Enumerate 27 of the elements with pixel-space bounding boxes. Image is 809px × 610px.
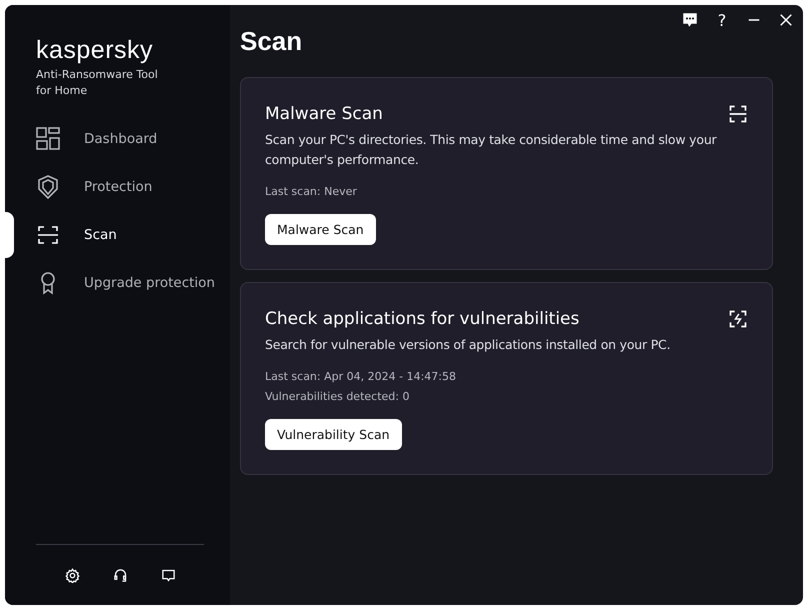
sidebar-item[interactable]: Upgrade protection xyxy=(5,259,230,307)
scan-icon xyxy=(36,223,60,247)
scan-button[interactable]: Malware Scan xyxy=(265,214,376,245)
scan-bolt-icon xyxy=(728,309,748,329)
card-description: Search for vulnerable versions of applications installed on your PC. xyxy=(265,336,672,354)
brand-logo: kaspersky xyxy=(36,35,154,65)
sidebar-item[interactable]: Protection xyxy=(5,163,230,211)
scan-detail: Vulnerabilities detected: 0 xyxy=(265,389,410,405)
sidebar-item[interactable]: Dashboard xyxy=(5,115,230,163)
page-title: Scan xyxy=(240,25,304,58)
card-title: Check applications for vulnerabilities xyxy=(265,309,580,329)
scan-detail: Last scan: Apr 04, 2024 - 14:47:58 xyxy=(265,369,457,385)
help-button[interactable]: ? xyxy=(713,10,731,30)
headset-icon[interactable] xyxy=(112,568,128,582)
shield-icon xyxy=(36,175,60,199)
sidebar-item[interactable]: Scan xyxy=(5,211,230,259)
product-subtitle: Anti-Ransomware Tool for Home xyxy=(36,67,159,99)
card-description: Scan your PC's directories. This may take considerable time and slow your computer's performance. xyxy=(265,131,718,169)
scan-icon xyxy=(728,104,748,124)
settings-icon[interactable] xyxy=(64,568,80,582)
card-title: Malware Scan xyxy=(265,104,383,124)
chat-icon[interactable] xyxy=(160,568,176,582)
dashboard-icon xyxy=(36,127,60,151)
selection-indicator xyxy=(5,212,14,258)
scan-button[interactable]: Vulnerability Scan xyxy=(265,419,402,450)
feedback-icon[interactable] xyxy=(681,11,699,29)
scan-detail: Last scan: Never xyxy=(265,184,358,200)
